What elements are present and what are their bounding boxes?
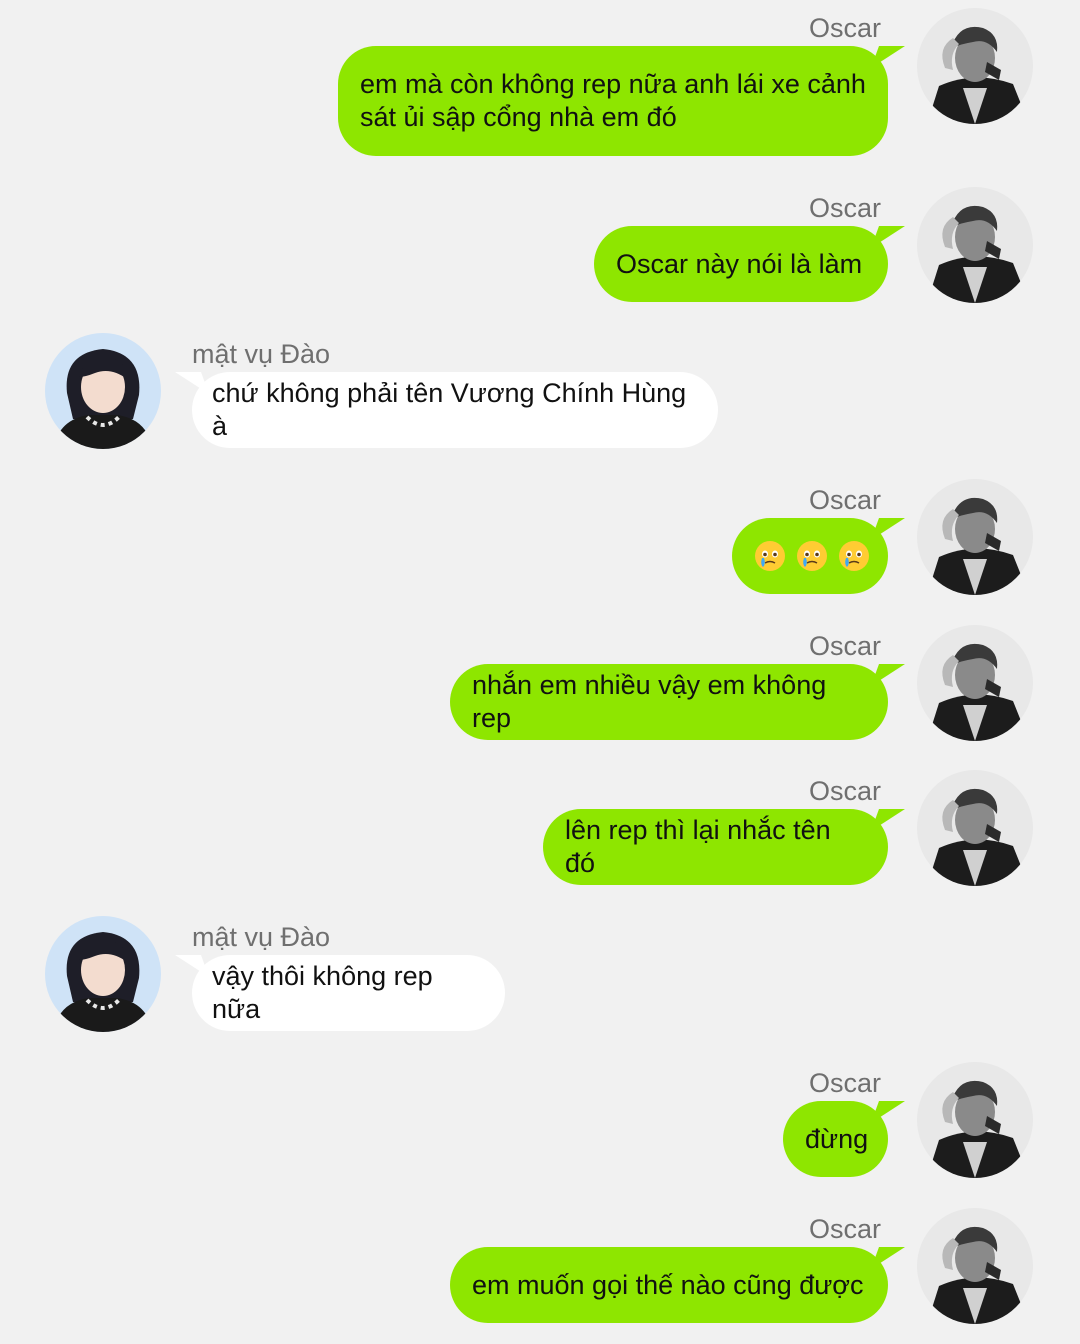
sender-name: Oscar bbox=[808, 13, 881, 43]
face-holding-back-tears-icon bbox=[839, 541, 869, 571]
message-bubble-incoming[interactable]: vậy thôi không rep nữa bbox=[192, 955, 505, 1031]
avatar-dao-photo bbox=[45, 916, 161, 1032]
avatar-oscar[interactable] bbox=[917, 479, 1033, 595]
avatar-oscar-photo bbox=[917, 625, 1033, 741]
avatar-oscar-photo bbox=[917, 479, 1033, 595]
avatar-oscar[interactable] bbox=[917, 1062, 1033, 1178]
message-bubble-outgoing[interactable]: đừng bbox=[783, 1101, 888, 1177]
message-text: đừng bbox=[805, 1123, 869, 1154]
message-bubble-incoming[interactable]: chứ không phải tên Vương Chính Hùng à bbox=[192, 372, 718, 448]
message-bubble-outgoing[interactable] bbox=[732, 518, 888, 594]
face-holding-back-tears-icon bbox=[755, 541, 785, 571]
sender-name: Oscar bbox=[808, 1214, 881, 1244]
avatar-oscar[interactable] bbox=[917, 770, 1033, 886]
avatar-oscar[interactable] bbox=[917, 1208, 1033, 1324]
sender-name: mật vụ Đào bbox=[192, 922, 331, 952]
avatar-oscar[interactable] bbox=[917, 625, 1033, 741]
message-bubble-outgoing[interactable]: em muốn gọi thế nào cũng được bbox=[450, 1247, 888, 1323]
message-text: Oscar này nói là làm bbox=[616, 248, 863, 279]
message-text: em mà còn không rep nữa anh lái xe cảnh … bbox=[360, 69, 866, 132]
message-text: lên rep thì lại nhắc tên đó bbox=[565, 815, 839, 878]
message-text: vậy thôi không rep nữa bbox=[212, 961, 441, 1024]
avatar-oscar-photo bbox=[917, 8, 1033, 124]
sender-name: Oscar bbox=[808, 776, 881, 806]
message-bubble-outgoing[interactable]: lên rep thì lại nhắc tên đó bbox=[543, 809, 888, 885]
message-bubble-outgoing[interactable]: Oscar này nói là làm bbox=[594, 226, 888, 302]
avatar-dao-photo bbox=[45, 333, 161, 449]
message-text: nhắn em nhiều vậy em không rep bbox=[472, 670, 834, 733]
sender-name: Oscar bbox=[808, 485, 881, 515]
sender-name: Oscar bbox=[808, 1068, 881, 1098]
emoji-row bbox=[754, 540, 870, 572]
avatar-dao[interactable] bbox=[45, 333, 161, 449]
avatar-oscar[interactable] bbox=[917, 187, 1033, 303]
message-text: chứ không phải tên Vương Chính Hùng à bbox=[212, 378, 694, 441]
avatar-oscar-photo bbox=[917, 1208, 1033, 1324]
sender-name: mật vụ Đào bbox=[192, 339, 331, 369]
avatar-oscar-photo bbox=[917, 1062, 1033, 1178]
message-bubble-outgoing[interactable]: em mà còn không rep nữa anh lái xe cảnh … bbox=[338, 46, 888, 156]
message-text: em muốn gọi thế nào cũng được bbox=[472, 1269, 864, 1300]
sender-name: Oscar bbox=[808, 631, 881, 661]
avatar-oscar-photo bbox=[917, 187, 1033, 303]
face-holding-back-tears-icon bbox=[797, 541, 827, 571]
sender-name: Oscar bbox=[808, 193, 881, 223]
avatar-dao[interactable] bbox=[45, 916, 161, 1032]
message-bubble-outgoing[interactable]: nhắn em nhiều vậy em không rep bbox=[450, 664, 888, 740]
avatar-oscar[interactable] bbox=[917, 8, 1033, 124]
avatar-oscar-photo bbox=[917, 770, 1033, 886]
